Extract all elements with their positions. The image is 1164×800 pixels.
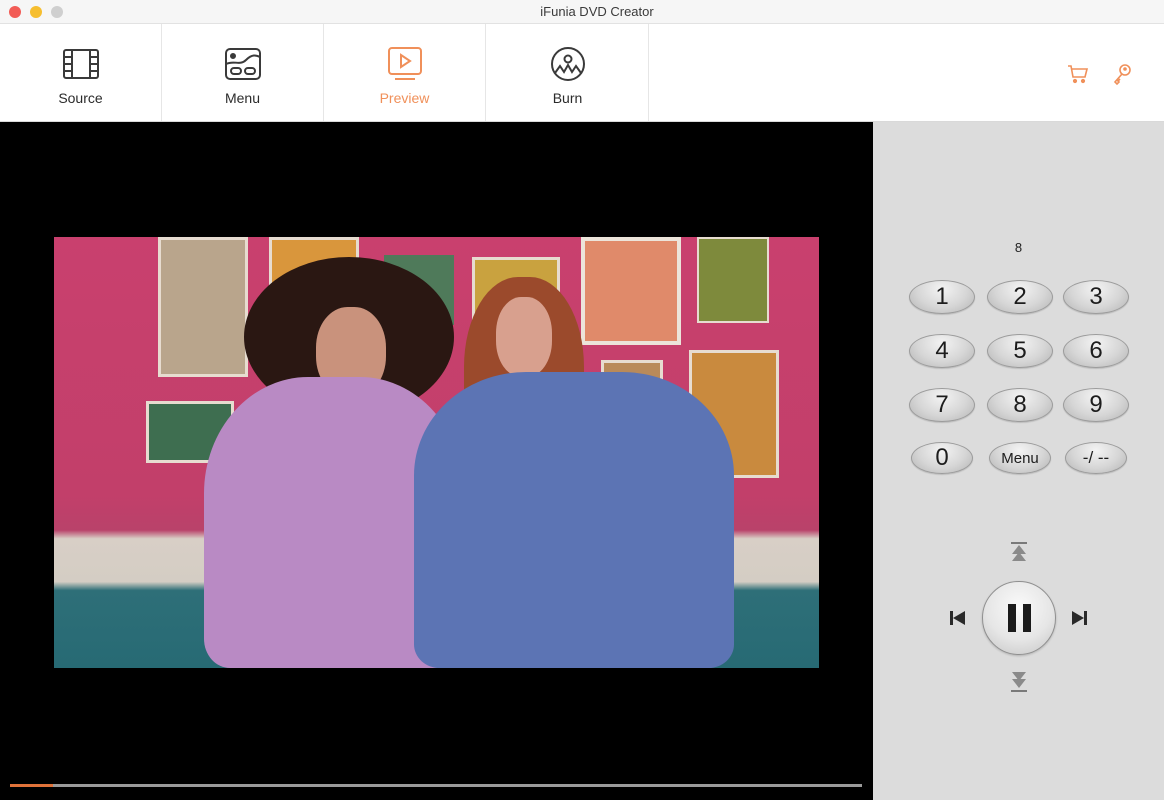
poster-6 bbox=[697, 237, 769, 323]
key-4-button[interactable]: 4 bbox=[909, 334, 975, 368]
person-right-body bbox=[414, 372, 734, 668]
tab-burn[interactable]: Burn bbox=[487, 24, 649, 121]
playback-progress-bar[interactable] bbox=[10, 784, 862, 787]
menu-key-button[interactable]: Menu bbox=[989, 442, 1051, 474]
app-window: iFunia DVD Creator Source Menu Preview B… bbox=[0, 0, 1164, 800]
pause-icon bbox=[1007, 604, 1016, 632]
tab-preview-label: Preview bbox=[379, 90, 430, 106]
key-icon[interactable] bbox=[1110, 62, 1134, 86]
poster-1 bbox=[158, 237, 248, 377]
key-1-button[interactable]: 1 bbox=[909, 280, 975, 314]
key-2-button[interactable]: 2 bbox=[987, 280, 1053, 314]
remote-display: 8 bbox=[1014, 240, 1023, 255]
key-3-button[interactable]: 3 bbox=[1063, 280, 1129, 314]
key-7-button[interactable]: 7 bbox=[909, 388, 975, 422]
window-title: iFunia DVD Creator bbox=[540, 4, 654, 19]
tab-preview[interactable]: Preview bbox=[324, 24, 486, 121]
main-toolbar: Source Menu Preview Burn bbox=[0, 24, 1164, 122]
skip-to-bottom-icon[interactable] bbox=[1009, 665, 1029, 693]
person-right-face bbox=[496, 297, 552, 377]
menu-layout-icon bbox=[224, 48, 261, 80]
film-strip-icon bbox=[62, 49, 99, 79]
tab-source[interactable]: Source bbox=[0, 24, 162, 121]
title-bar: iFunia DVD Creator bbox=[0, 0, 1164, 24]
previous-chapter-icon[interactable] bbox=[949, 610, 969, 626]
tab-menu[interactable]: Menu bbox=[162, 24, 324, 121]
pause-button[interactable] bbox=[982, 581, 1056, 655]
key-6-button[interactable]: 6 bbox=[1063, 334, 1129, 368]
key-9-button[interactable]: 9 bbox=[1063, 388, 1129, 422]
preview-player bbox=[0, 122, 873, 800]
poster-5 bbox=[581, 237, 681, 345]
tab-burn-label: Burn bbox=[552, 90, 583, 106]
key-0-button[interactable]: 0 bbox=[911, 442, 973, 474]
video-frame[interactable] bbox=[54, 237, 819, 668]
digit-toggle-button[interactable]: -/ -- bbox=[1065, 442, 1127, 474]
playback-progress-fill bbox=[10, 784, 53, 787]
key-8-button[interactable]: 8 bbox=[987, 388, 1053, 422]
skip-to-top-icon[interactable] bbox=[1009, 542, 1029, 570]
remote-control-panel: 8 1 2 3 4 5 6 7 8 9 0 Menu -/ -- bbox=[873, 122, 1164, 800]
cart-icon[interactable] bbox=[1066, 62, 1090, 86]
pause-icon-bar bbox=[1022, 604, 1031, 632]
play-screen-icon bbox=[387, 47, 422, 80]
tab-menu-label: Menu bbox=[224, 90, 261, 106]
tab-source-label: Source bbox=[58, 90, 103, 106]
key-5-button[interactable]: 5 bbox=[987, 334, 1053, 368]
next-chapter-icon[interactable] bbox=[1068, 610, 1088, 626]
disc-burn-icon bbox=[550, 47, 585, 81]
